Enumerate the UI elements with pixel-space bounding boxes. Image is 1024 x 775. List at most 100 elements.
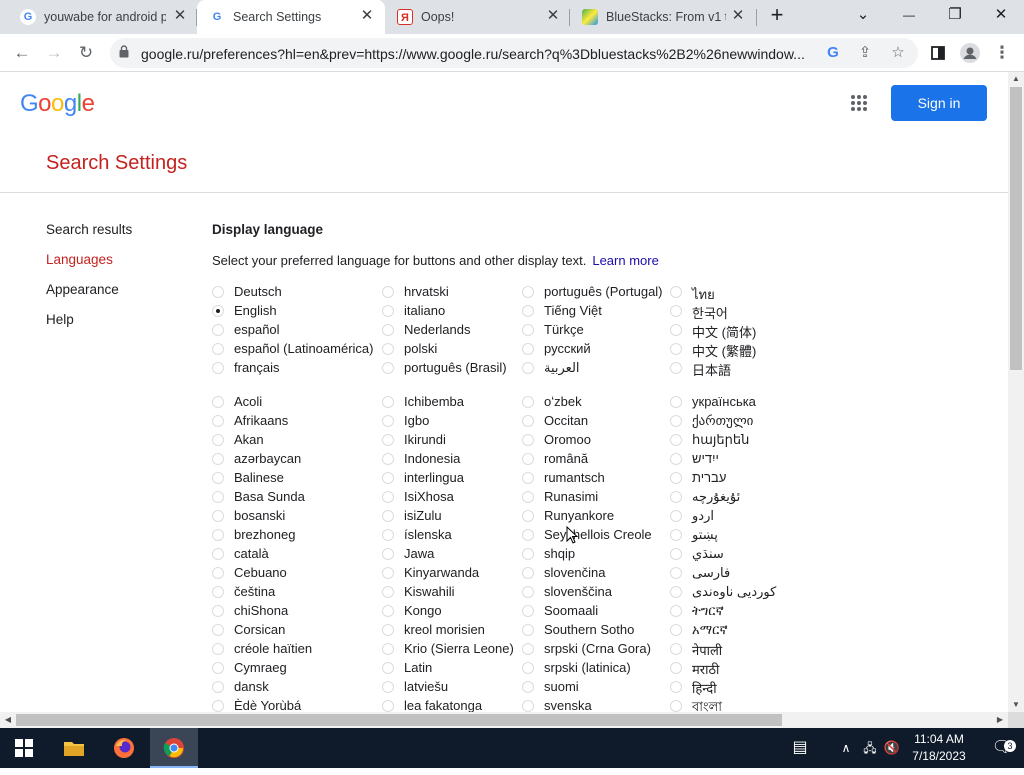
language-radio[interactable] [382, 396, 394, 408]
language-radio[interactable] [382, 643, 394, 655]
language-radio[interactable] [670, 567, 682, 579]
language-radio[interactable] [522, 643, 534, 655]
forward-arrow-icon[interactable]: → [42, 41, 66, 65]
language-radio[interactable] [670, 624, 682, 636]
language-radio[interactable] [212, 586, 224, 598]
close-tab-icon[interactable]: ✕ [730, 8, 746, 24]
language-radio[interactable] [522, 510, 534, 522]
language-radio[interactable] [212, 286, 224, 298]
close-window-button[interactable]: ✕ [978, 0, 1024, 30]
language-radio[interactable] [212, 643, 224, 655]
nav-item-appearance[interactable]: Appearance [46, 282, 119, 297]
language-radio[interactable] [522, 700, 534, 712]
language-radio[interactable] [522, 605, 534, 617]
language-radio[interactable] [212, 567, 224, 579]
language-radio[interactable] [212, 700, 224, 712]
menu-dots-icon[interactable]: ⋮ [990, 41, 1014, 65]
language-radio[interactable] [382, 624, 394, 636]
language-radio[interactable] [382, 343, 394, 355]
language-radio[interactable] [382, 662, 394, 674]
language-radio[interactable] [522, 415, 534, 427]
language-radio[interactable] [670, 643, 682, 655]
language-radio[interactable] [382, 434, 394, 446]
language-radio[interactable] [212, 681, 224, 693]
language-radio[interactable] [522, 529, 534, 541]
language-radio[interactable] [670, 491, 682, 503]
language-radio[interactable] [522, 324, 534, 336]
language-radio[interactable] [212, 605, 224, 617]
vertical-scrollbar[interactable]: ▲ ▼ [1008, 72, 1024, 712]
language-radio[interactable] [212, 434, 224, 446]
language-radio[interactable] [212, 453, 224, 465]
language-radio[interactable] [212, 491, 224, 503]
language-radio[interactable] [670, 415, 682, 427]
start-button[interactable] [0, 728, 48, 768]
language-radio[interactable] [212, 548, 224, 560]
address-bar[interactable]: google.ru/preferences?hl=en&prev=https:/… [110, 38, 918, 68]
language-radio[interactable] [522, 548, 534, 560]
language-radio[interactable] [522, 396, 534, 408]
close-tab-icon[interactable]: ✕ [545, 8, 561, 24]
language-radio[interactable] [212, 510, 224, 522]
language-radio[interactable] [670, 396, 682, 408]
language-radio[interactable] [382, 324, 394, 336]
language-radio[interactable] [212, 624, 224, 636]
tab-bluestacks[interactable]: BlueStacks: From v1 to ✕ [570, 0, 758, 34]
language-radio[interactable] [522, 434, 534, 446]
language-radio[interactable] [382, 305, 394, 317]
language-radio[interactable] [382, 453, 394, 465]
scroll-up-arrow-icon[interactable]: ▲ [1008, 72, 1024, 86]
notifications-icon[interactable]: 🗨 3 [982, 728, 1022, 768]
language-radio[interactable] [522, 491, 534, 503]
tab-oops[interactable]: Я Oops! ✕ [385, 0, 573, 34]
firefox-icon[interactable] [100, 728, 148, 768]
bookmark-star-icon[interactable]: ☆ [886, 41, 910, 65]
back-arrow-icon[interactable]: ← [10, 41, 34, 65]
language-radio[interactable] [670, 586, 682, 598]
language-radio[interactable] [670, 362, 682, 374]
language-radio[interactable] [522, 586, 534, 598]
language-radio[interactable] [670, 681, 682, 693]
language-radio[interactable] [670, 510, 682, 522]
side-panel-icon[interactable] [926, 41, 950, 65]
language-radio[interactable] [382, 548, 394, 560]
language-radio[interactable] [522, 305, 534, 317]
nav-item-languages[interactable]: Languages [46, 252, 113, 267]
language-radio[interactable] [670, 343, 682, 355]
language-radio[interactable] [522, 472, 534, 484]
language-radio[interactable] [522, 681, 534, 693]
language-radio[interactable] [522, 343, 534, 355]
nav-item-search-results[interactable]: Search results [46, 222, 132, 237]
sign-in-button[interactable]: Sign in [891, 85, 987, 121]
language-radio[interactable] [522, 567, 534, 579]
language-radio[interactable] [212, 662, 224, 674]
scroll-right-arrow-icon[interactable]: ▶ [992, 712, 1008, 728]
volume-muted-icon[interactable]: 🔇 [882, 728, 902, 768]
language-radio[interactable] [522, 624, 534, 636]
chrome-icon[interactable] [150, 728, 198, 768]
language-radio[interactable] [382, 415, 394, 427]
language-radio[interactable] [670, 700, 682, 712]
new-tab-button[interactable]: + [754, 0, 800, 30]
minimize-button[interactable]: — [886, 0, 932, 30]
language-radio[interactable] [382, 567, 394, 579]
language-radio[interactable] [522, 453, 534, 465]
language-radio[interactable] [522, 662, 534, 674]
url-text[interactable]: google.ru/preferences?hl=en&prev=https:/… [141, 46, 821, 62]
horizontal-scroll-thumb[interactable] [16, 714, 782, 726]
language-radio[interactable] [670, 529, 682, 541]
language-radio[interactable] [670, 305, 682, 317]
language-radio[interactable] [382, 529, 394, 541]
scroll-down-arrow-icon[interactable]: ▼ [1008, 698, 1024, 712]
language-radio[interactable] [670, 662, 682, 674]
language-radio[interactable] [212, 305, 224, 317]
learn-more-link[interactable]: Learn more [592, 253, 658, 268]
network-icon[interactable]: 🖧 [860, 728, 880, 768]
scroll-left-arrow-icon[interactable]: ◀ [0, 712, 16, 728]
language-radio[interactable] [382, 586, 394, 598]
language-radio[interactable] [670, 434, 682, 446]
close-tab-icon[interactable]: ✕ [172, 8, 188, 24]
tab-youwabe[interactable]: G youwabe for android p ✕ [8, 0, 196, 34]
apps-grid-icon[interactable] [851, 95, 867, 111]
language-radio[interactable] [670, 605, 682, 617]
